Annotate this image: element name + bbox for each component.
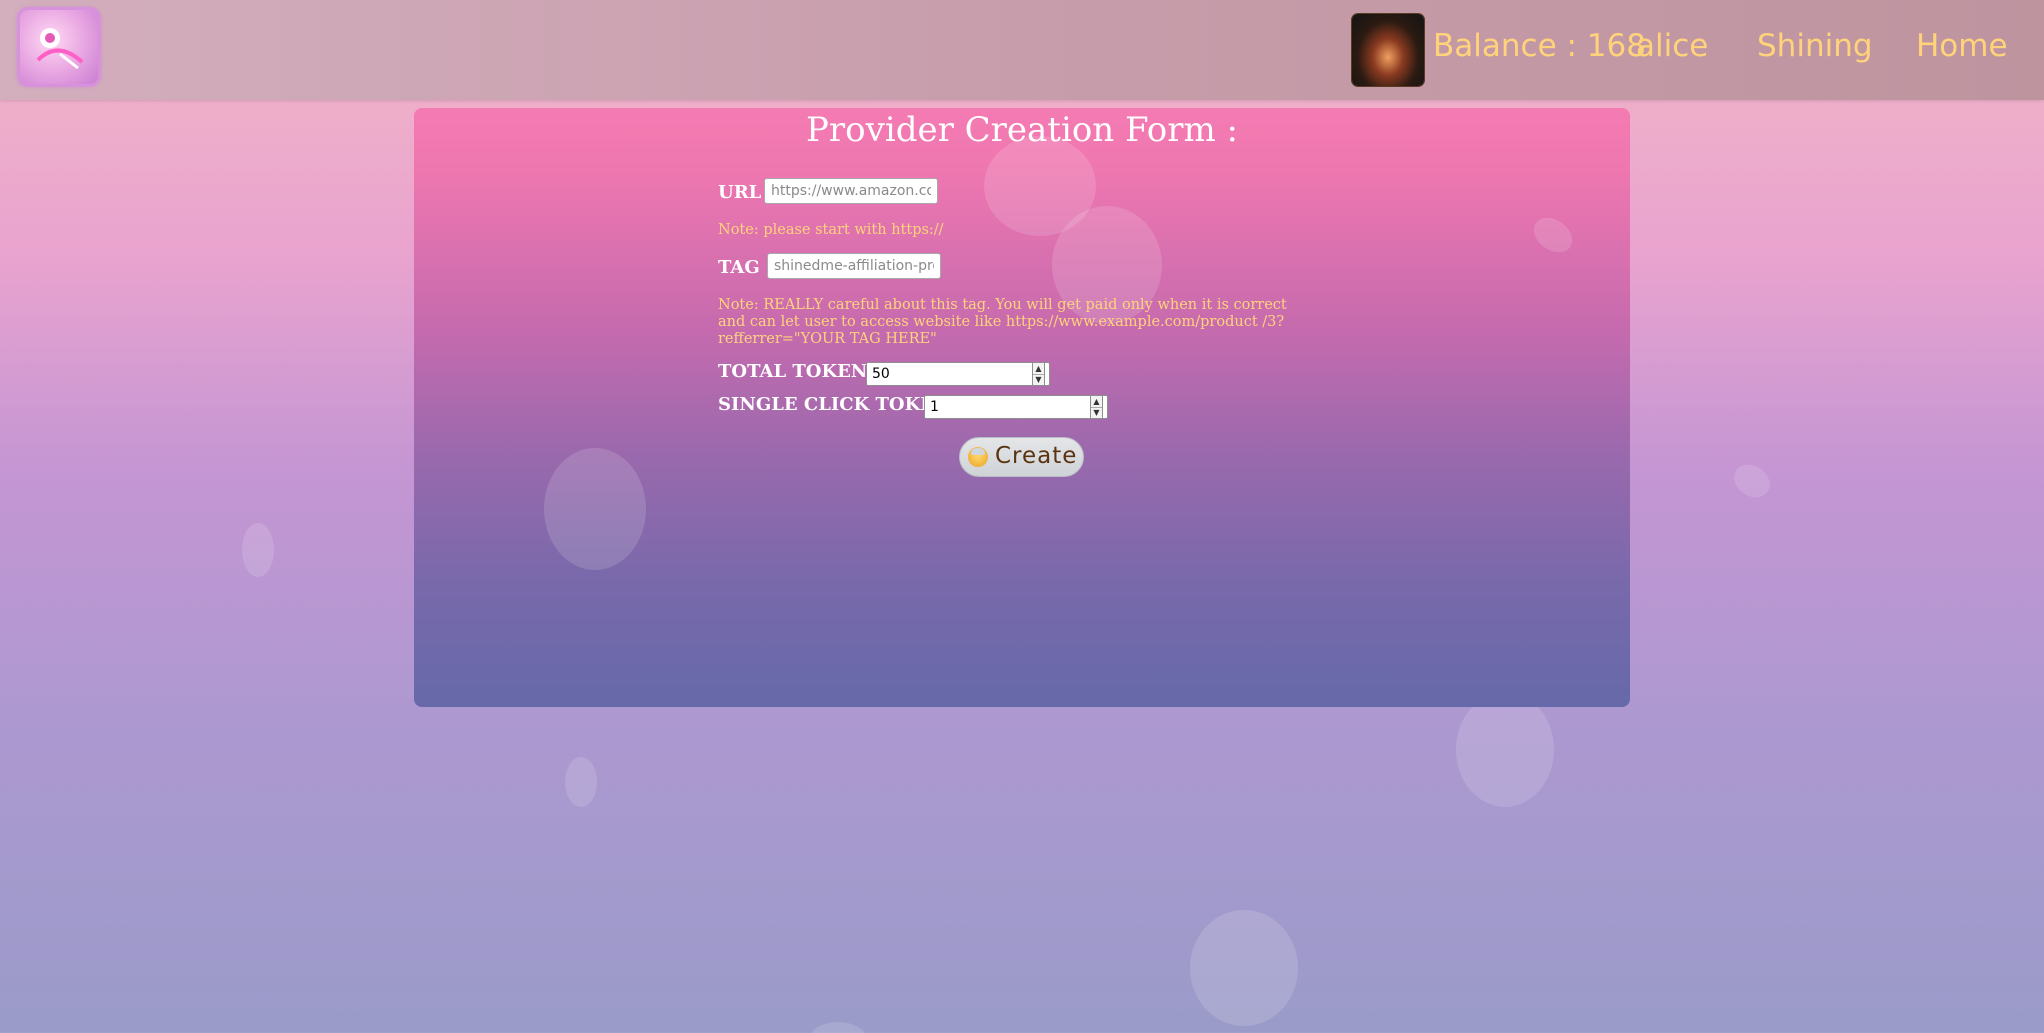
single-click-token-stepper[interactable]: ▲ ▼ [1090,395,1103,419]
logo-glyph-icon [36,28,84,70]
panel-bubble [544,448,646,570]
background-bubble [808,1022,868,1033]
background-bubble [565,757,597,807]
stepper-down-icon[interactable]: ▼ [1091,407,1102,418]
nav-link-shining[interactable]: Shining [1757,28,1873,64]
background-bubble [242,523,274,577]
total-tokens-stepper[interactable]: ▲ ▼ [1032,362,1045,386]
total-tokens-field: ▲ ▼ [866,362,1050,386]
total-tokens-input[interactable] [867,363,1031,385]
stepper-down-icon[interactable]: ▼ [1033,374,1044,385]
create-button-label: Create [995,443,1078,469]
single-click-token-input[interactable] [925,396,1089,418]
balance-display: Balance : 168 [1433,28,1646,64]
brand-logo-icon[interactable] [20,10,98,84]
provider-creation-form-panel: Provider Creation Form : URL : Note: ple… [414,108,1630,707]
url-note: Note: please start with https:// [718,222,944,238]
background-bubble [1190,910,1298,1026]
background-bubble [1727,457,1777,505]
tag-label: TAG : [718,257,773,278]
nav-link-user[interactable]: alice [1636,28,1708,64]
user-avatar-icon[interactable] [1352,14,1424,86]
angel-icon [968,447,988,467]
url-input[interactable] [764,178,938,204]
create-button[interactable]: Create [959,437,1084,477]
form-title: Provider Creation Form : [806,110,1238,150]
top-navigation-bar: Balance : 168 alice Shining Home [0,0,2044,100]
nav-link-home[interactable]: Home [1916,28,2008,64]
tag-input[interactable] [767,253,941,279]
background-bubble [1456,692,1554,807]
panel-bubble [1527,210,1579,260]
single-click-token-field: ▲ ▼ [924,395,1108,419]
tag-note: Note: REALLY careful about this tag. You… [718,297,1287,347]
